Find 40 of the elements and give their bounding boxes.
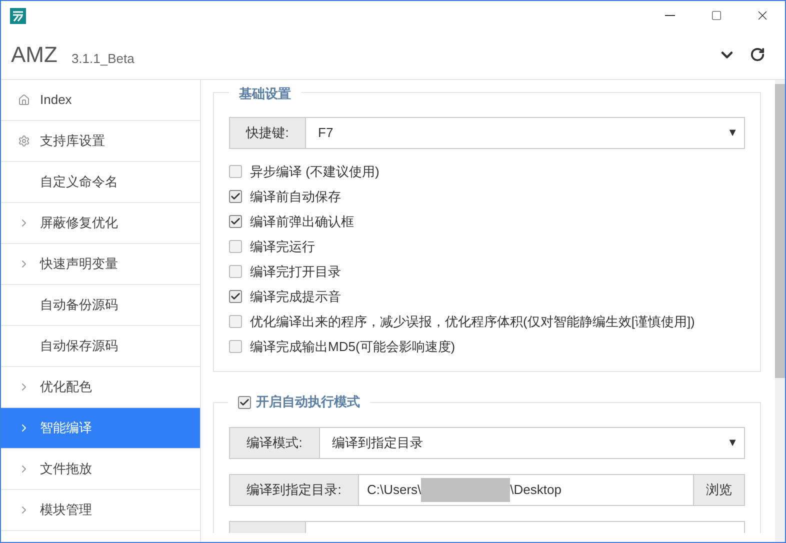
option-label: 编译完成输出MD5(可能会影响速度) <box>250 338 456 356</box>
app-version: 3.1.1_Beta <box>71 50 134 68</box>
checkbox[interactable] <box>229 265 242 278</box>
sidebar-item[interactable]: 自定义命令名 <box>1 162 200 203</box>
checkbox[interactable] <box>238 396 251 408</box>
hotkey-select[interactable]: 快捷键: F7 ▼ <box>229 117 745 149</box>
refresh-icon <box>750 47 765 62</box>
option-label: 编译完打开目录 <box>250 262 341 281</box>
mode-select[interactable]: 编译模式: 编译到指定目录 ▼ <box>229 427 745 459</box>
option-label: 编译完运行 <box>250 238 315 256</box>
maximize-icon <box>710 10 722 21</box>
sidebar-item[interactable]: Index <box>1 80 200 121</box>
option-label: 异步编译 (不建议使用) <box>250 162 380 181</box>
option-label: 编译完成提示音 <box>250 288 341 306</box>
sidebar-item[interactable]: 支持库设置 <box>1 121 200 162</box>
minimize-icon <box>665 15 675 16</box>
option-label: 编译前自动保存 <box>250 188 341 206</box>
app-name: AMZ <box>11 41 58 69</box>
settings-icon <box>18 135 30 147</box>
sidebar-item[interactable]: 自动保存源码 <box>1 326 200 367</box>
sidebar-item[interactable]: 文件拖放 <box>1 449 200 490</box>
sidebar-item[interactable]: 智能编译 <box>1 408 200 449</box>
refresh-button[interactable] <box>750 47 765 62</box>
scrollbar[interactable] <box>775 80 785 542</box>
sidebar-item[interactable]: 模块管理 <box>1 490 200 531</box>
section-legend: 开启自动执行模式 <box>256 392 360 412</box>
app-logo-icon <box>10 8 26 24</box>
checkbox[interactable] <box>229 190 242 203</box>
checkbox[interactable] <box>229 240 242 253</box>
sidebar-item[interactable]: 屏蔽修复优化 <box>1 203 200 244</box>
checkbox[interactable] <box>229 215 242 228</box>
option-label: 优化编译出来的程序，减少误报，优化程序体积(仅对智能静编生效[谨慎使用]) <box>250 312 695 331</box>
checkbox[interactable] <box>229 290 242 303</box>
sidebar-item[interactable]: 快速声明变量 <box>1 244 200 285</box>
home-icon <box>18 94 30 106</box>
checkbox[interactable] <box>229 340 242 353</box>
sidebar-item[interactable]: 自动备份源码 <box>1 285 200 326</box>
option-label: 编译前弹出确认框 <box>250 212 354 231</box>
checkbox[interactable] <box>229 315 242 328</box>
checkbox[interactable] <box>229 165 242 178</box>
